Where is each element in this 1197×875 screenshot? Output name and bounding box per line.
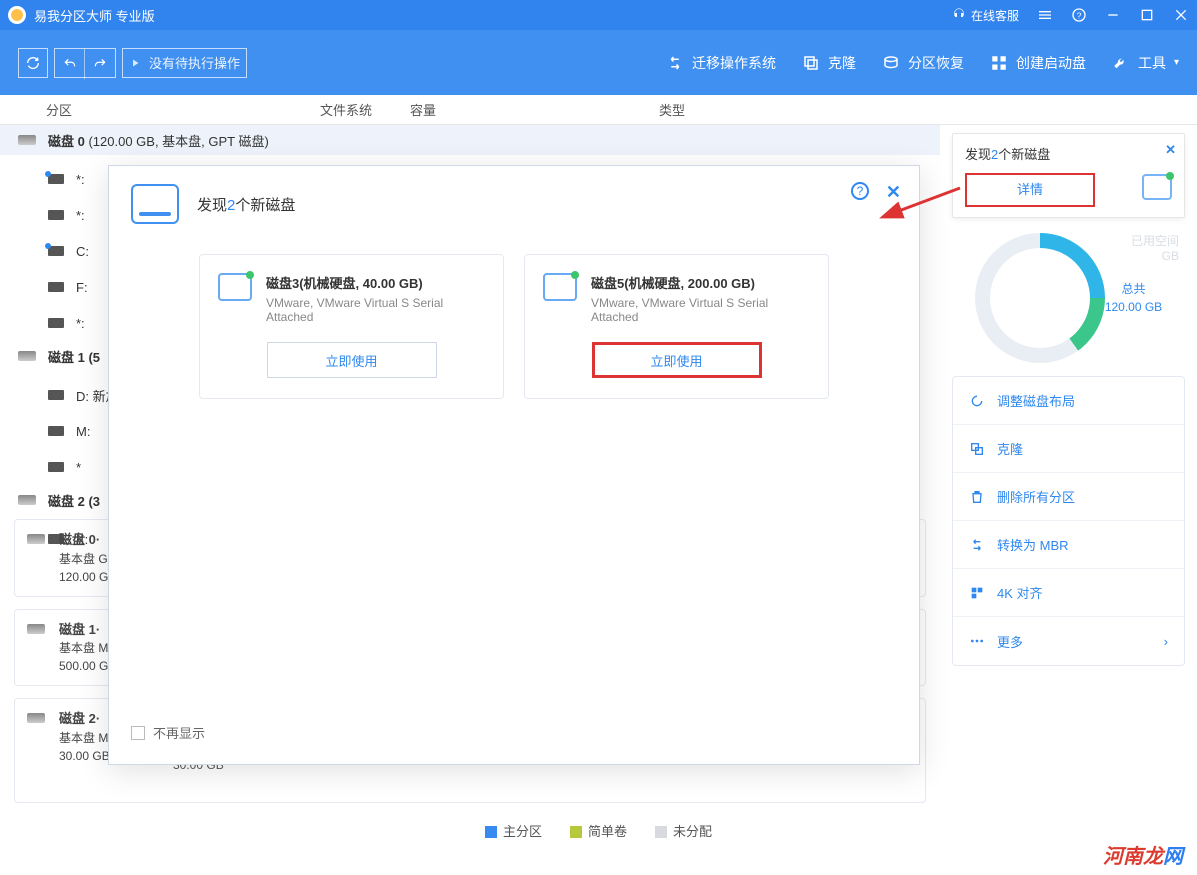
op-more[interactable]: 更多› [953,617,1184,665]
new-disks-modal: ? ✕ 发现2个新磁盘 磁盘3(机械硬盘, 40.00 GB) VMware, … [108,165,920,765]
menu-icon[interactable] [1037,7,1053,23]
disk0-header[interactable]: 磁盘 0 (120.00 GB, 基本盘, GPT 磁盘) [0,125,940,155]
disk-icon [543,273,577,301]
disk-choice-5: 磁盘5(机械硬盘, 200.00 GB) VMware, VMware Virt… [524,254,829,399]
op-clone[interactable]: 克隆 [953,425,1184,473]
details-button[interactable]: 详情 [965,173,1095,207]
capacity-ring: 已用空间GB 总共120.00 GB [952,228,1185,368]
disk-icon [218,273,252,301]
disk3-subtitle: VMware, VMware Virtual S Serial Attached [266,296,485,324]
col-filesystem: 文件系统 [320,100,410,119]
drive-icon [48,210,64,220]
op-convert-mbr[interactable]: 转换为 MBR [953,521,1184,569]
drive-icon [48,462,64,472]
col-capacity: 容量 [410,100,655,119]
hdd-icon [27,713,45,723]
main-toolbar: 没有待执行操作 迁移操作系统 克隆 分区恢复 创建启动盘 工具▾ [0,30,1197,95]
col-partition: 分区 [0,100,320,119]
close-icon[interactable] [1173,7,1189,23]
minimize-icon[interactable] [1105,7,1121,23]
create-boot-disk-button[interactable]: 创建启动盘 [990,53,1086,73]
hdd-icon [27,624,45,634]
drive-icon [48,318,64,328]
hdd-icon [27,534,45,544]
migrate-os-button[interactable]: 迁移操作系统 [666,53,776,73]
operations-list: 调整磁盘布局 克隆 删除所有分区 转换为 MBR 4K 对齐 更多› [952,376,1185,666]
refresh-button[interactable] [18,48,48,78]
hdd-icon [18,135,36,145]
tools-dropdown[interactable]: 工具▾ [1112,53,1179,73]
disk5-title: 磁盘5(机械硬盘, 200.00 GB) [591,273,810,292]
undo-button[interactable] [55,49,85,79]
modal-help-icon[interactable]: ? [851,182,869,200]
chevron-right-icon: › [1164,634,1168,649]
partition-recovery-button[interactable]: 分区恢复 [882,53,964,73]
pending-ops-button[interactable]: 没有待执行操作 [122,48,247,78]
dont-show-label: 不再显示 [153,723,205,742]
drive-icon [48,390,64,400]
watermark: 河南龙网 [1103,840,1183,869]
modal-close-icon[interactable]: ✕ [886,182,901,203]
col-type: 类型 [655,100,1197,119]
drive-icon [48,282,64,292]
title-bar: 易我分区大师 专业版 在线客服 ? [0,0,1197,30]
right-panel: ✕ 发现2个新磁盘 详情 已用空间GB 总共120.00 GB 调整磁盘布局 克… [940,125,1197,815]
clone-button[interactable]: 克隆 [802,53,856,73]
new-disk-notice: ✕ 发现2个新磁盘 详情 [952,133,1185,218]
hdd-icon [18,351,36,361]
disk-choice-3: 磁盘3(机械硬盘, 40.00 GB) VMware, VMware Virtu… [199,254,504,399]
op-adjust-layout[interactable]: 调整磁盘布局 [953,377,1184,425]
online-service-button[interactable]: 在线客服 [951,7,1019,24]
app-logo-icon [8,6,26,24]
hdd-icon [18,495,36,505]
app-title: 易我分区大师 专业版 [34,6,951,25]
legend: 主分区 简单卷 未分配 [0,815,1197,845]
dont-show-checkbox[interactable] [131,726,145,740]
drive-icon [48,174,64,184]
use-now-button-disk5[interactable]: 立即使用 [592,342,762,378]
drive-icon [48,246,64,256]
partition-table-header: 分区 文件系统 容量 类型 [0,95,1197,125]
notice-close-icon[interactable]: ✕ [1165,142,1176,158]
use-now-button-disk3[interactable]: 立即使用 [267,342,437,378]
svg-text:?: ? [1077,10,1082,20]
drive-icon [48,426,64,436]
maximize-icon[interactable] [1139,7,1155,23]
disk5-subtitle: VMware, VMware Virtual S Serial Attached [591,296,810,324]
disk-icon [1142,174,1172,200]
op-delete-all[interactable]: 删除所有分区 [953,473,1184,521]
disk3-title: 磁盘3(机械硬盘, 40.00 GB) [266,273,485,292]
help-icon[interactable]: ? [1071,7,1087,23]
op-4k-align[interactable]: 4K 对齐 [953,569,1184,617]
disk-large-icon [131,184,179,224]
redo-button[interactable] [85,49,115,79]
